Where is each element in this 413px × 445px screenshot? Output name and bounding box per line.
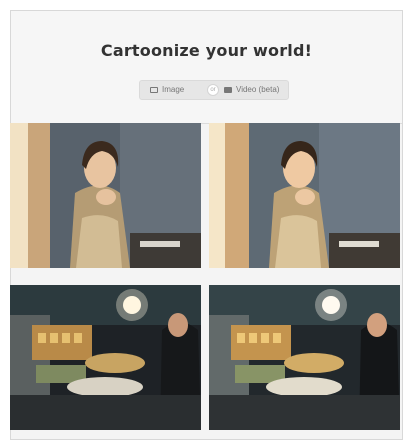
mode-switch[interactable]: Image or Video (beta) [139,80,289,100]
or-separator: or [207,84,219,96]
header: Cartoonize your world! Image or Video (b… [11,11,402,124]
video-mode-label: Video (beta) [236,85,280,94]
gallery-image-portrait-cartoon[interactable] [209,123,400,268]
gallery-image-stall-original[interactable] [10,285,201,430]
page-title: Cartoonize your world! [100,41,313,60]
image-icon [150,86,158,93]
gallery-image-portrait-original[interactable] [10,123,201,268]
stall-cartoon [209,285,400,430]
video-icon [224,86,232,93]
portrait-cartoon [209,123,400,268]
video-mode-option[interactable]: Video (beta) [224,81,279,99]
image-mode-label: Image [162,85,185,94]
stall-photo [10,285,201,430]
image-mode-option[interactable]: Image [150,81,184,99]
gallery-image-stall-cartoon[interactable] [209,285,400,430]
portrait-photo [10,123,201,268]
